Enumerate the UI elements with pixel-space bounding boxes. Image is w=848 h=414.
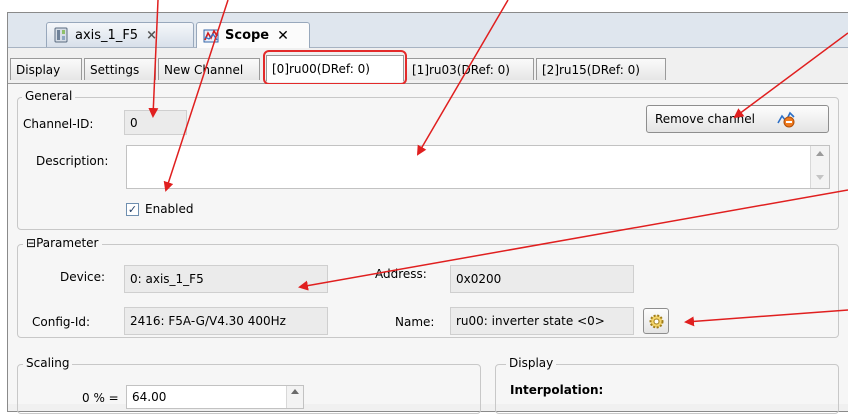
enabled-checkbox[interactable]: ✓ <box>126 203 139 216</box>
tab-channel-2[interactable]: [2]ru15(DRef: 0) <box>536 58 666 80</box>
scaling-value-field[interactable]: 64.00 <box>126 385 304 409</box>
config-id-label: Config-Id: <box>32 315 91 329</box>
scope-icon <box>203 28 219 44</box>
scroll-down-icon[interactable] <box>816 175 824 180</box>
address-label: Address: <box>375 267 427 281</box>
doc-tab-axis[interactable]: axis_1_F5 × <box>46 22 194 47</box>
address-field: 0x0200 <box>450 265 634 293</box>
enabled-label: Enabled <box>145 202 194 216</box>
close-icon[interactable]: ✕ <box>277 28 289 44</box>
gear-icon <box>648 313 665 330</box>
doc-tab-label: axis_1_F5 <box>75 27 139 43</box>
scaling-spinner[interactable] <box>286 386 303 408</box>
name-field: ru00: inverter state <0> <box>450 307 634 335</box>
description-field[interactable] <box>126 145 830 189</box>
device-label: Device: <box>60 270 106 284</box>
drive-icon <box>53 27 69 43</box>
description-scrollbar[interactable] <box>810 146 829 188</box>
interpolation-label: Interpolation: <box>510 383 604 397</box>
description-label: Description: <box>36 154 109 168</box>
tab-channel-1[interactable]: [1]ru03(DRef: 0) <box>406 58 534 80</box>
spin-up-icon[interactable] <box>291 389 299 394</box>
device-field: 0: axis_1_F5 <box>124 265 328 293</box>
tab-highlight <box>263 50 407 85</box>
name-label: Name: <box>395 315 435 329</box>
parameter-title: ⊟Parameter <box>23 236 102 250</box>
remove-channel-icon <box>777 110 795 128</box>
channel-id-field: 0 <box>124 110 187 135</box>
select-parameter-button[interactable] <box>643 308 669 334</box>
tab-new-channel[interactable]: New Channel <box>158 58 260 80</box>
scaling-row-label: 0 % = <box>82 391 119 405</box>
channel-id-label: Channel-ID: <box>23 117 94 131</box>
doc-tab-label: Scope <box>225 28 270 43</box>
doc-tab-scope[interactable]: Scope ✕ <box>196 22 310 48</box>
collapse-icon[interactable]: ⊟ <box>26 236 36 250</box>
scroll-up-icon[interactable] <box>816 151 824 156</box>
display-title: Display <box>506 356 557 370</box>
config-id-field: 2416: F5A-G/V4.30 400Hz <box>124 307 328 335</box>
general-title: General <box>22 89 76 103</box>
close-icon[interactable]: × <box>146 28 157 43</box>
scaling-title: Scaling <box>23 356 73 370</box>
tab-display[interactable]: Display <box>10 58 82 80</box>
remove-channel-button[interactable]: Remove channel <box>646 105 829 133</box>
tab-settings[interactable]: Settings <box>84 58 156 80</box>
remove-channel-label: Remove channel <box>655 112 755 126</box>
